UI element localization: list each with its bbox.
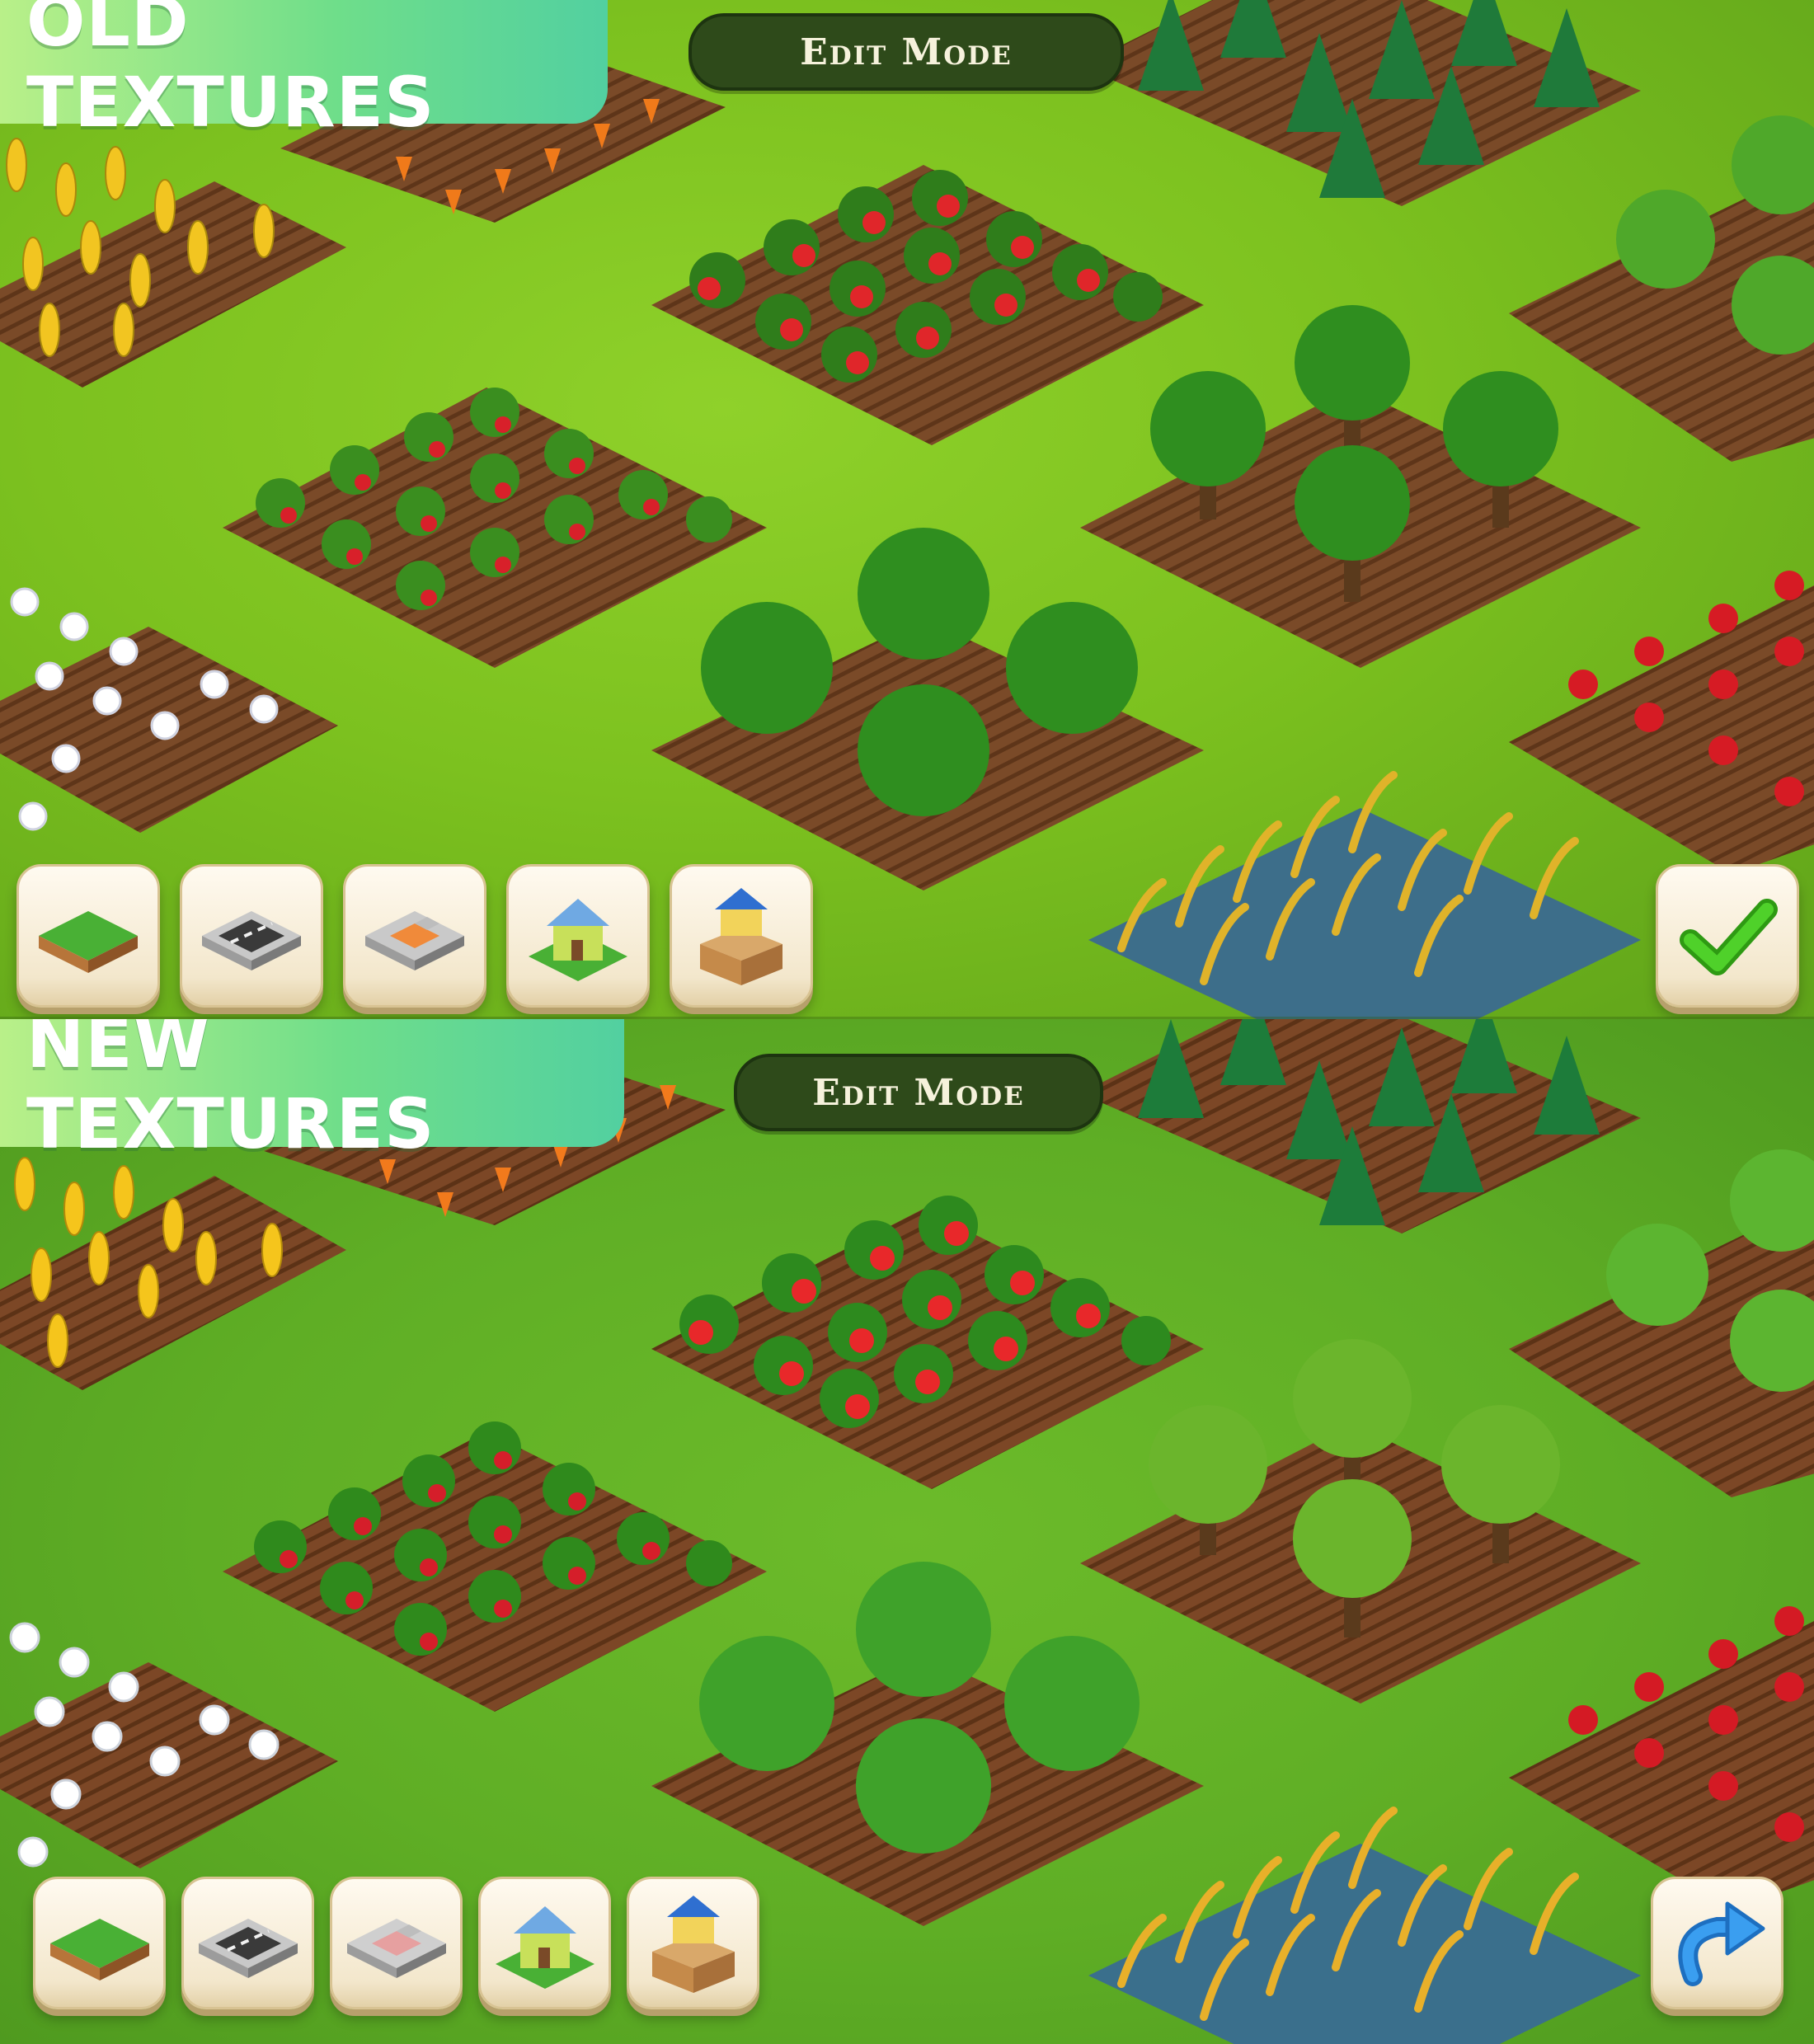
- rice-field-plot[interactable]: [1088, 808, 1641, 1019]
- floor-tile-button[interactable]: [343, 864, 486, 1008]
- edit-mode-label: Edit Mode: [688, 13, 1124, 91]
- new-textures-panel: NEW TEXTURES Edit Mode: [0, 1019, 1814, 2044]
- road-tile-button[interactable]: [180, 864, 323, 1008]
- grass-tile-button[interactable]: [16, 864, 160, 1008]
- decor-house-icon: [529, 899, 627, 981]
- edit-mode-text: Edit Mode: [812, 1071, 1025, 1114]
- rose-field-plot[interactable]: [1509, 1621, 1814, 1910]
- grass-tile-icon: [49, 1918, 149, 1981]
- panel-title-banner: NEW TEXTURES: [0, 1019, 624, 1164]
- rose-field-plot[interactable]: [1509, 585, 1814, 874]
- redo-button[interactable]: [1651, 1877, 1783, 2009]
- confirm-button[interactable]: [1656, 864, 1799, 1008]
- old-textures-panel: OLD TEXTURES Edit Mode: [0, 0, 1814, 1019]
- decor-house-button[interactable]: [506, 864, 650, 1008]
- storage-box-icon: [700, 888, 782, 985]
- panel-title-banner: OLD TEXTURES: [0, 0, 608, 143]
- panel-title: OLD TEXTURES: [26, 0, 435, 143]
- decor-house-icon: [495, 1905, 594, 1989]
- check-icon: [1680, 899, 1778, 975]
- floor-tile-icon: [346, 1918, 446, 1978]
- storage-box-icon: [651, 1895, 735, 1993]
- storage-box-button[interactable]: [670, 864, 813, 1008]
- decor-house-button[interactable]: [478, 1877, 611, 2009]
- storage-box-button[interactable]: [627, 1877, 759, 2009]
- road-tile-button[interactable]: [181, 1877, 314, 2009]
- grass-tile-icon: [39, 911, 138, 973]
- redo-arrow-icon: [1677, 1901, 1765, 1986]
- floor-tile-icon: [365, 911, 464, 970]
- panel-title: NEW TEXTURES: [26, 1019, 435, 1164]
- edit-mode-text: Edit Mode: [800, 31, 1013, 73]
- rice-field-plot[interactable]: [1088, 1844, 1641, 2044]
- road-tile-icon: [198, 1918, 298, 1978]
- grass-tile-button[interactable]: [33, 1877, 166, 2009]
- road-tile-icon: [202, 911, 301, 970]
- floor-tile-button[interactable]: [330, 1877, 463, 2009]
- edit-mode-label: Edit Mode: [734, 1054, 1103, 1131]
